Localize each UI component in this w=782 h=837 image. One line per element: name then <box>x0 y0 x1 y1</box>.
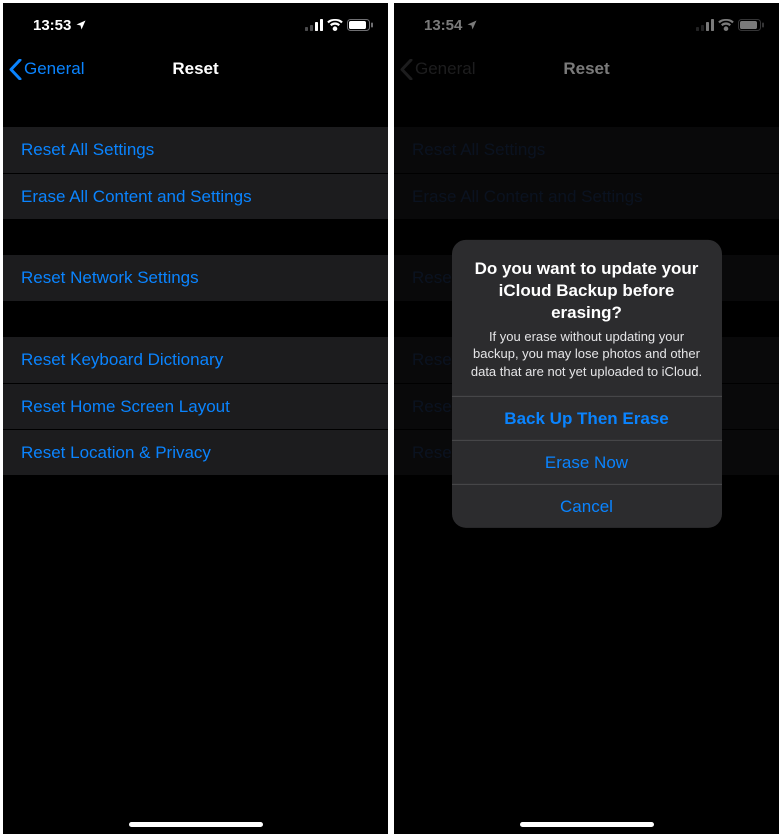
nav-title: Reset <box>172 59 218 79</box>
reset-network-settings[interactable]: Reset Network Settings <box>3 255 388 301</box>
location-icon <box>75 19 87 31</box>
alert-message: If you erase without updating your backu… <box>466 328 708 381</box>
left-phone-screenshot: 13:53 General R <box>3 3 388 834</box>
backup-then-erase-button[interactable]: Back Up Then Erase <box>452 396 722 440</box>
reset-home-screen-layout[interactable]: Reset Home Screen Layout <box>3 383 388 429</box>
home-indicator[interactable] <box>129 822 263 827</box>
settings-content: Reset All Settings Erase All Content and… <box>3 91 388 834</box>
status-time-group: 13:53 <box>33 17 87 34</box>
reset-keyboard-dictionary[interactable]: Reset Keyboard Dictionary <box>3 337 388 383</box>
alert-title: Do you want to update your iCloud Backup… <box>466 257 708 323</box>
nav-bar: General Reset <box>3 47 388 91</box>
erase-now-button[interactable]: Erase Now <box>452 440 722 484</box>
status-bar: 13:53 <box>3 3 388 47</box>
back-button[interactable]: General <box>9 47 84 91</box>
status-right <box>305 19 374 31</box>
cellular-icon <box>305 19 323 31</box>
status-time: 13:53 <box>33 17 71 34</box>
chevron-left-icon <box>9 59 22 80</box>
confirm-erase-alert: Do you want to update your iCloud Backup… <box>452 239 722 528</box>
reset-all-settings[interactable]: Reset All Settings <box>3 127 388 173</box>
wifi-icon <box>327 19 343 31</box>
erase-all-content-settings[interactable]: Erase All Content and Settings <box>3 173 388 219</box>
back-label: General <box>24 59 84 79</box>
cancel-button[interactable]: Cancel <box>452 484 722 528</box>
reset-location-privacy[interactable]: Reset Location & Privacy <box>3 429 388 475</box>
right-phone-screenshot: 13:54 General R <box>394 3 779 834</box>
home-indicator[interactable] <box>520 822 654 827</box>
battery-icon <box>347 19 374 31</box>
